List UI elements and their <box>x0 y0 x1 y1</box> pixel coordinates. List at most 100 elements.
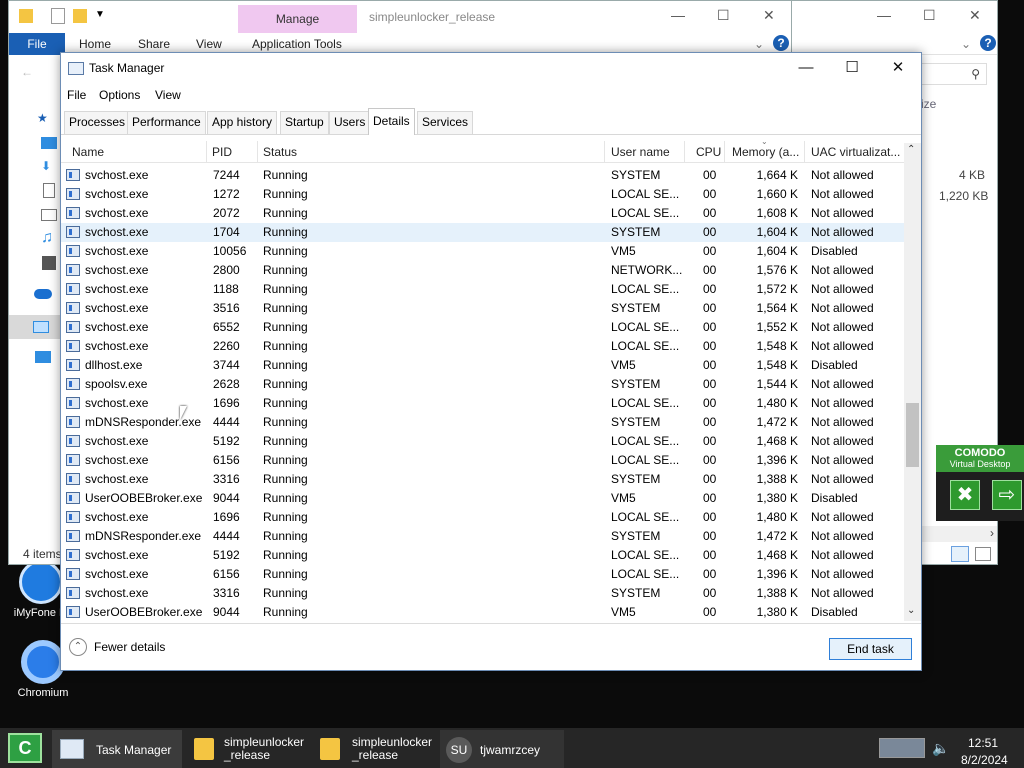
scroll-down-icon[interactable]: ⌄ <box>907 605 915 616</box>
table-row[interactable]: spoolsv.exe 2628 Running SYSTEM 00 1,544 K Not… <box>61 375 905 394</box>
horizontal-scrollbar[interactable]: › <box>921 526 997 542</box>
this-pc-row[interactable] <box>9 315 61 339</box>
table-row[interactable]: mDNSResponder.exe 4444 Running SYSTEM 00 1,47… <box>61 413 905 432</box>
taskbar-item-task-manager[interactable]: Task Manager <box>52 730 182 768</box>
table-row[interactable]: svchost.exe 1272 Running LOCAL SE... 00 1,660… <box>61 185 905 204</box>
table-row[interactable]: svchost.exe 1696 Running LOCAL SE... 00 1,480… <box>61 394 905 413</box>
tab-view[interactable]: View <box>196 37 222 51</box>
tab-application-tools[interactable]: Application Tools <box>252 37 342 51</box>
table-row[interactable]: svchost.exe 2260 Running LOCAL SE... 00 1,548… <box>61 337 905 356</box>
start-button[interactable]: C <box>8 733 42 763</box>
onedrive-icon[interactable] <box>34 289 52 299</box>
menu-file[interactable]: File <box>67 88 86 102</box>
table-row[interactable]: svchost.exe 5192 Running LOCAL SE... 00 1,468… <box>61 546 905 565</box>
pictures-icon[interactable] <box>41 209 57 221</box>
documents-icon[interactable] <box>43 183 55 198</box>
close-icon[interactable]: ✕ <box>763 7 775 24</box>
maximize-button[interactable]: ☐ <box>829 53 875 83</box>
tab-share[interactable]: Share <box>138 37 170 51</box>
process-icon <box>66 473 80 485</box>
help-icon[interactable]: ? <box>773 35 789 51</box>
column-header-memory[interactable]: Memory (a... <box>732 145 799 159</box>
volume-muted-icon[interactable]: 🔈 <box>932 740 949 757</box>
table-row[interactable]: svchost.exe 3316 Running SYSTEM 00 1,388 K Not… <box>61 584 905 603</box>
tab-performance[interactable]: Performance <box>127 111 206 134</box>
table-row[interactable]: svchost.exe 2800 Running NETWORK... 00 1,576 … <box>61 261 905 280</box>
taskbar-item-simpleunlocker-1[interactable]: simpleunlocker _release <box>186 730 308 768</box>
maximize-icon[interactable]: ☐ <box>717 7 730 24</box>
maximize-icon[interactable]: ☐ <box>923 7 936 24</box>
music-icon[interactable]: ♫ <box>41 229 53 247</box>
table-row[interactable]: svchost.exe 6156 Running LOCAL SE... 00 1,396… <box>61 451 905 470</box>
desktop-folder-icon[interactable] <box>41 137 57 149</box>
table-row[interactable]: svchost.exe 7244 Running SYSTEM 00 1,664 K Not… <box>61 166 905 185</box>
table-row[interactable]: svchost.exe 2072 Running LOCAL SE... 00 1,608… <box>61 204 905 223</box>
process-uac: Disabled <box>811 605 858 619</box>
tab-users[interactable]: Users <box>329 111 371 134</box>
vertical-scrollbar[interactable]: ⌃ ⌄ <box>904 143 921 621</box>
search-box[interactable]: ⚲ <box>921 63 987 85</box>
end-task-button[interactable]: End task <box>829 638 912 660</box>
manage-tab-header[interactable]: Manage <box>238 5 357 33</box>
column-header-user-name[interactable]: User name <box>611 145 670 159</box>
table-row[interactable]: svchost.exe 1704 Running SYSTEM 00 1,604 K Not… <box>61 223 905 242</box>
table-row[interactable]: svchost.exe 1188 Running LOCAL SE... 00 1,572… <box>61 280 905 299</box>
process-cpu: 00 <box>703 225 717 239</box>
column-header-status[interactable]: Status <box>263 145 297 159</box>
table-row[interactable]: UserOOBEBroker.exe 9044 Running VM5 00 1,380 … <box>61 603 905 622</box>
table-row[interactable]: svchost.exe 6552 Running LOCAL SE... 00 1,552… <box>61 318 905 337</box>
clock-date[interactable]: 8/2/2024 <box>961 753 1008 767</box>
minimize-icon[interactable]: — <box>671 7 685 23</box>
taskbar-item-tjwamrzcey[interactable]: SU tjwamrzcey <box>440 730 564 768</box>
close-icon[interactable]: ✕ <box>969 7 981 24</box>
customize-dropdown-icon[interactable]: ▼ <box>95 9 105 20</box>
tab-services[interactable]: Services <box>417 111 474 134</box>
touch-keyboard-icon[interactable] <box>879 738 925 758</box>
process-status: Running <box>263 396 308 410</box>
tab-app-history[interactable]: App history <box>207 111 278 134</box>
downloads-icon[interactable]: ⬇ <box>41 159 51 173</box>
properties-icon[interactable] <box>51 8 65 24</box>
comodo-switch-button[interactable]: ⇨ <box>992 480 1022 510</box>
table-row[interactable]: mDNSResponder.exe 4444 Running SYSTEM 00 1,47… <box>61 527 905 546</box>
column-header-pid[interactable]: PID <box>212 145 232 159</box>
scrollbar-thumb[interactable] <box>906 403 919 467</box>
menu-options[interactable]: Options <box>99 88 140 102</box>
table-row[interactable]: svchost.exe 5192 Running LOCAL SE... 00 1,468… <box>61 432 905 451</box>
tab-home[interactable]: Home <box>79 37 111 51</box>
table-row[interactable]: svchost.exe 1696 Running LOCAL SE... 00 1,480… <box>61 508 905 527</box>
scroll-up-icon[interactable]: ⌃ <box>907 144 915 155</box>
large-icons-view-icon[interactable] <box>975 547 991 561</box>
taskbar-item-simpleunlocker-2[interactable]: simpleunlocker _release <box>312 730 436 768</box>
videos-icon[interactable] <box>42 256 56 270</box>
tab-processes[interactable]: Processes <box>64 111 131 134</box>
column-header-uac-virtualization[interactable]: UAC virtualizat... <box>811 145 900 159</box>
table-row[interactable]: svchost.exe 3316 Running SYSTEM 00 1,388 K Not… <box>61 470 905 489</box>
chevron-right-icon[interactable]: › <box>990 526 994 540</box>
tab-startup[interactable]: Startup <box>280 111 329 134</box>
tab-file[interactable]: File <box>9 33 65 55</box>
column-header-cpu[interactable]: CPU <box>696 145 721 159</box>
chevron-down-icon[interactable]: ⌄ <box>754 37 764 51</box>
quick-access-star-icon[interactable]: ★ <box>37 111 48 125</box>
table-row[interactable]: svchost.exe 3516 Running SYSTEM 00 1,564 K Not… <box>61 299 905 318</box>
minimize-icon[interactable]: — <box>877 7 891 23</box>
tab-details[interactable]: Details <box>368 108 415 135</box>
network-icon[interactable] <box>35 351 51 363</box>
details-view-icon[interactable] <box>951 546 969 562</box>
new-folder-icon[interactable] <box>73 9 87 23</box>
help-icon[interactable]: ? <box>980 35 996 51</box>
menu-view[interactable]: View <box>155 88 181 102</box>
clock-time[interactable]: 12:51 <box>968 736 998 750</box>
close-button[interactable]: ✕ <box>875 53 921 83</box>
back-arrow-icon[interactable]: ← <box>21 65 33 79</box>
table-row[interactable]: svchost.exe 6156 Running LOCAL SE... 00 1,396… <box>61 565 905 584</box>
comodo-close-button[interactable]: ✖ <box>950 480 980 510</box>
column-header-name[interactable]: Name <box>72 145 104 159</box>
process-memory: 1,664 K <box>756 168 798 182</box>
table-row[interactable]: svchost.exe 10056 Running VM5 00 1,604 K Disab… <box>61 242 905 261</box>
table-row[interactable]: dllhost.exe 3744 Running VM5 00 1,548 K Disabl… <box>61 356 905 375</box>
table-row[interactable]: UserOOBEBroker.exe 9044 Running VM5 00 1,380 … <box>61 489 905 508</box>
chevron-down-icon[interactable]: ⌄ <box>961 37 971 51</box>
minimize-button[interactable]: — <box>783 53 829 83</box>
